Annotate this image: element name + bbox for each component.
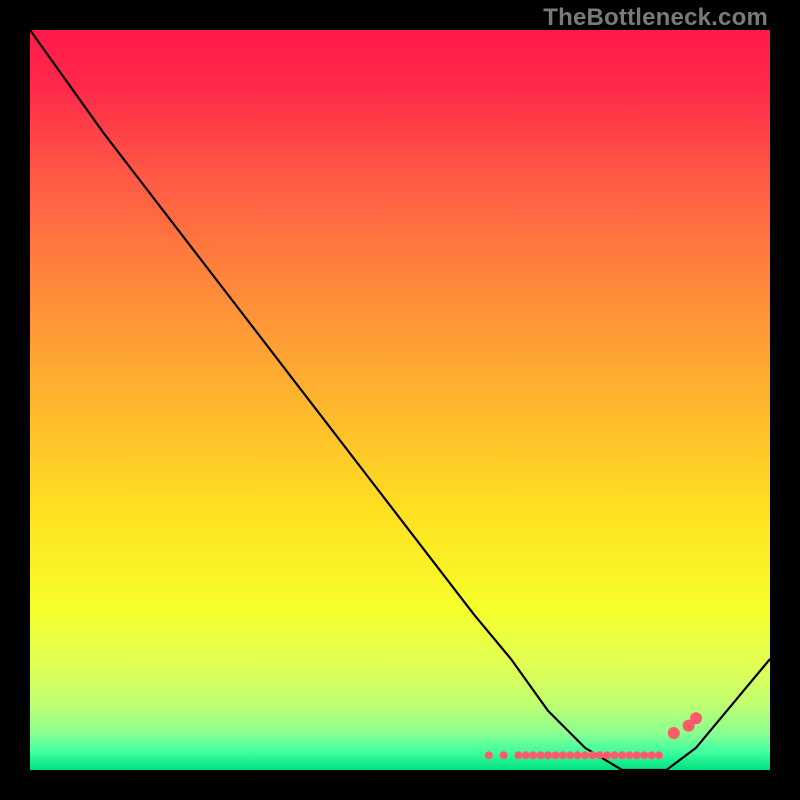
marker-dot (574, 751, 582, 759)
marker-dot (640, 751, 648, 759)
marker-dot (648, 751, 656, 759)
marker-dot (611, 751, 619, 759)
marker-dot (551, 751, 559, 759)
chart-frame: TheBottleneck.com (0, 0, 800, 800)
marker-dot (522, 751, 530, 759)
marker-dot (559, 751, 567, 759)
plot-area (30, 30, 770, 770)
marker-dot (596, 751, 604, 759)
marker-dot (500, 751, 508, 759)
marker-dot (618, 751, 626, 759)
marker-dot (625, 751, 633, 759)
marker-dot (655, 751, 663, 759)
chart-svg (30, 30, 770, 770)
marker-dot (529, 751, 537, 759)
marker-dot (514, 751, 522, 759)
watermark-text: TheBottleneck.com (543, 4, 768, 32)
marker-dot (485, 751, 493, 759)
marker-dot (588, 751, 596, 759)
marker-dot (690, 712, 702, 724)
gradient-background (30, 30, 770, 770)
marker-dot (633, 751, 641, 759)
marker-dot (581, 751, 589, 759)
marker-dot (566, 751, 574, 759)
marker-dot (668, 727, 680, 739)
marker-dot (544, 751, 552, 759)
marker-dot (537, 751, 545, 759)
marker-dot (603, 751, 611, 759)
